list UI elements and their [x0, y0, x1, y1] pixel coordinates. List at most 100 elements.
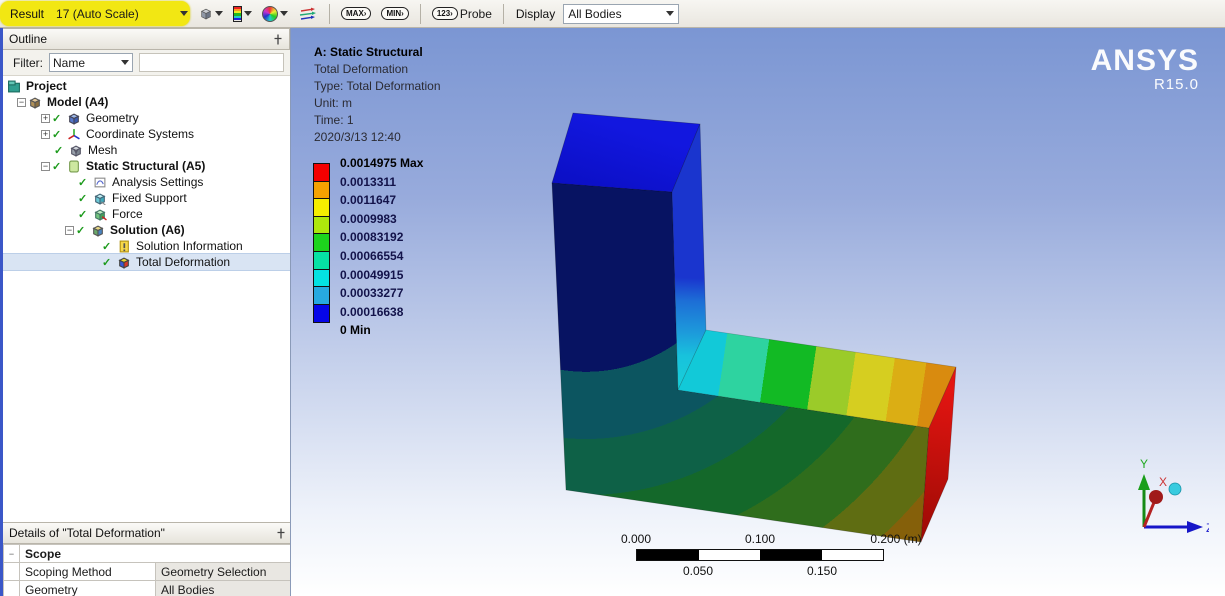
- settings-icon: [93, 176, 107, 189]
- tree-expander-minus[interactable]: −: [41, 162, 50, 171]
- orientation-triad[interactable]: Y Z X: [1109, 452, 1209, 542]
- check-icon: ✓: [78, 208, 91, 221]
- filter-search-input[interactable]: [139, 53, 284, 72]
- legend-band-6: [314, 270, 329, 288]
- tree-item-solution-information[interactable]: ✓ Solution Information: [3, 238, 290, 254]
- legend-color-bar: [313, 163, 330, 323]
- check-icon: ✓: [52, 160, 65, 173]
- tree-item-label: Geometry: [83, 111, 142, 125]
- geometry-display-button[interactable]: [196, 2, 226, 26]
- filter-label: Filter:: [13, 56, 43, 70]
- result-scale-dropdown[interactable]: 17 (Auto Scale): [52, 4, 192, 24]
- tree-item-label: Model (A4): [44, 95, 111, 109]
- legend-band-5: [314, 252, 329, 270]
- graphics-viewport[interactable]: A: Static Structural Total Deformation T…: [290, 28, 1225, 596]
- tree-item-label: Force: [109, 207, 146, 221]
- max-probe-icon: MAX›: [341, 7, 371, 20]
- tree-item-force[interactable]: ✓ Force: [3, 206, 290, 222]
- chevron-down-icon: [244, 11, 252, 16]
- tree-item-solution-a6[interactable]: −✓Solution (A6): [3, 222, 290, 238]
- annotation-line: Total Deformation: [314, 61, 441, 78]
- annotation-line: Time: 1: [314, 112, 441, 129]
- tree-item-label: Fixed Support: [109, 191, 190, 205]
- show-max-button[interactable]: MAX›: [338, 2, 374, 26]
- annotation-line: Type: Total Deformation: [314, 78, 441, 95]
- geometry-icon: [67, 112, 81, 125]
- tree-item-coordinate-systems[interactable]: +✓Coordinate Systems: [3, 126, 290, 142]
- legend-value-label: 0.00083192: [340, 230, 403, 244]
- ansys-logo-name: ANSYS: [1091, 46, 1199, 76]
- tree-item-total-deformation[interactable]: ✓Total Deformation: [3, 254, 290, 270]
- outline-panel-header: Outline: [3, 28, 290, 50]
- check-icon: ✓: [78, 176, 91, 189]
- annotation-title: A: Static Structural: [314, 44, 441, 61]
- show-min-button[interactable]: MIN›: [378, 2, 411, 26]
- row-gutter: [4, 581, 20, 596]
- tree-item-project[interactable]: Project: [3, 78, 290, 94]
- details-panel-header: Details of "Total Deformation": [3, 522, 293, 544]
- result-icon: [117, 256, 131, 269]
- filter-type-value: Name: [53, 56, 85, 70]
- tree-expander-minus[interactable]: −: [17, 98, 26, 107]
- display-bodies-dropdown[interactable]: All Bodies: [563, 4, 679, 24]
- toolbar-separator: [329, 4, 330, 24]
- outline-tree: Project−Model (A4)+✓Geometry+✓Coordinate…: [3, 76, 290, 522]
- model-icon: [28, 96, 42, 109]
- tree-item-mesh[interactable]: ✓Mesh: [3, 142, 290, 158]
- tree-expander-minus[interactable]: −: [65, 226, 74, 235]
- solution-icon: [91, 224, 105, 237]
- contour-legend: 0.0014975 Max0.00133110.00116470.0009983…: [313, 163, 330, 323]
- check-icon: ✓: [52, 128, 65, 141]
- legend-bands-icon: [233, 6, 242, 22]
- rainbow-sphere-icon: [262, 6, 278, 22]
- tree-item-static-structural-a5[interactable]: −✓Static Structural (A5): [3, 158, 290, 174]
- details-row-scoping-method: Scoping MethodGeometry Selection: [4, 563, 292, 581]
- legend-band-2: [314, 199, 329, 217]
- tree-item-geometry[interactable]: +✓ Geometry: [3, 110, 290, 126]
- details-rows: −ScopeScoping MethodGeometry SelectionGe…: [4, 545, 292, 596]
- tree-expander-plus[interactable]: +: [41, 114, 50, 123]
- probe-label: Probe: [460, 7, 492, 21]
- chevron-down-icon: [666, 11, 674, 16]
- legend-band-1: [314, 182, 329, 200]
- pin-icon[interactable]: [273, 34, 283, 45]
- check-icon: ✓: [78, 192, 91, 205]
- details-title: Details of "Total Deformation": [9, 526, 165, 540]
- result-toolbar: Result 17 (Auto Scale) MAX› MIN›: [0, 0, 1225, 28]
- legend-value-label: 0.0013311: [340, 175, 396, 189]
- display-label: Display: [512, 7, 559, 21]
- pin-icon[interactable]: [276, 528, 286, 539]
- legend-value-label: 0.0014975 Max: [340, 156, 423, 170]
- filter-type-dropdown[interactable]: Name: [49, 53, 133, 72]
- csys-icon: [67, 128, 81, 141]
- contour-bands-button[interactable]: [230, 2, 255, 26]
- tree-item-model-a4[interactable]: − Model (A4): [3, 94, 290, 110]
- check-icon: ✓: [102, 240, 115, 253]
- check-icon: ✓: [52, 112, 65, 125]
- probe-button[interactable]: 123› Probe: [429, 2, 495, 26]
- details-table: −ScopeScoping MethodGeometry SelectionGe…: [3, 544, 292, 596]
- annotation-line: 2020/3/13 12:40: [314, 129, 441, 146]
- tree-item-label: Total Deformation: [133, 255, 233, 269]
- ansys-mechanical-window: { "toolbar": { "result_label": "Result",…: [0, 0, 1225, 596]
- group-collapse-box[interactable]: −: [4, 545, 20, 563]
- details-row-scope: −Scope: [4, 545, 292, 563]
- tree-expander-plus[interactable]: +: [41, 130, 50, 139]
- vector-display-button[interactable]: [295, 2, 321, 26]
- probe-123-icon: 123›: [432, 7, 458, 20]
- details-group-label: Scope: [20, 545, 292, 563]
- contour-display-button[interactable]: [259, 2, 291, 26]
- tree-item-label: Solution Information: [133, 239, 246, 253]
- left-panel: Outline Filter: Name Project−Model (A4)+…: [0, 28, 290, 596]
- legend-value-label: 0.0011647: [340, 193, 396, 207]
- solinfo-icon: [117, 240, 131, 253]
- tree-item-fixed-support[interactable]: ✓ Fixed Support: [3, 190, 290, 206]
- details-property-value[interactable]: Geometry Selection: [156, 563, 292, 581]
- tree-item-analysis-settings[interactable]: ✓Analysis Settings: [3, 174, 290, 190]
- triad-x-label: X: [1159, 475, 1167, 489]
- mesh-icon: [69, 144, 83, 157]
- vector-arrows-icon: [298, 6, 318, 22]
- legend-value-label: 0.00066554: [340, 249, 403, 263]
- details-property-value[interactable]: All Bodies: [156, 581, 292, 596]
- legend-band-7: [314, 287, 329, 305]
